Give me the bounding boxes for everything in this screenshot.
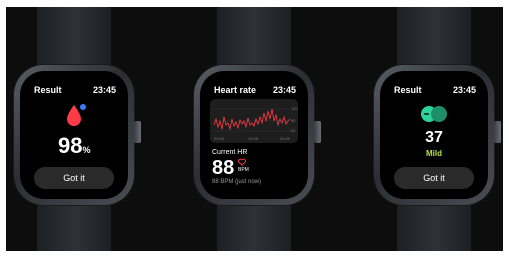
stress-faces-icon <box>421 106 447 122</box>
heart-icon <box>238 158 246 166</box>
heart-rate-graph: 00:00 12:00 24:00 120 80 60 <box>213 106 298 141</box>
chart-tick-1: 12:00 <box>248 136 259 141</box>
spo2-value: 98 <box>58 133 83 158</box>
stress-status: Mild <box>426 149 442 158</box>
watch-case: Heart rate 23:45 00:00 12:00 24:00 120 8… <box>194 65 321 205</box>
screen-title: Heart rate <box>214 85 257 95</box>
got-it-button[interactable]: Got it <box>34 167 114 189</box>
screen-time: 23:45 <box>272 85 296 95</box>
screen-time: 23:45 <box>92 85 116 95</box>
heart-rate-chart: 00:00 12:00 24:00 120 80 60 <box>210 99 298 143</box>
watch-crown[interactable] <box>134 121 141 143</box>
watch-screen: Heart rate 23:45 00:00 12:00 24:00 120 8… <box>200 71 308 199</box>
watch-strap-top <box>397 7 471 71</box>
chart-tick-0: 00:00 <box>214 136 225 141</box>
watch-screen: Result 23:45 98% Got it <box>20 71 128 199</box>
watch-strap-top <box>217 7 291 71</box>
got-it-button[interactable]: Got it <box>394 167 474 189</box>
screen-title: Result <box>34 85 62 95</box>
watch-crown[interactable] <box>314 121 321 143</box>
chart-y-2: 60 <box>291 128 296 133</box>
watch-case: Result 23:45 37 Mild Got it <box>374 65 501 205</box>
screen-title: Result <box>394 85 422 95</box>
watch-heart-rate: Heart rate 23:45 00:00 12:00 24:00 120 8… <box>192 7 321 251</box>
blood-drop-icon <box>67 104 86 126</box>
watch-spo2: Result 23:45 98% Got it <box>12 7 141 251</box>
stress-value: 37 <box>425 129 443 146</box>
current-hr-label: Current HR <box>212 149 248 156</box>
watch-stress: Result 23:45 37 Mild Got it <box>372 7 501 251</box>
product-showcase: Result 23:45 98% Got it Heart rate 23:45… <box>6 7 503 251</box>
hr-value: 88 <box>212 157 235 179</box>
watch-crown[interactable] <box>494 121 501 143</box>
screen-time: 23:45 <box>452 85 476 95</box>
chart-tick-2: 24:00 <box>280 136 291 141</box>
spo2-unit: % <box>82 145 91 155</box>
watch-case: Result 23:45 98% Got it <box>14 65 141 205</box>
hr-unit: BPM <box>238 167 249 173</box>
watch-screen: Result 23:45 37 Mild Got it <box>380 71 488 199</box>
watch-strap-top <box>37 7 111 71</box>
hr-subtitle: 88 BPM (just now) <box>212 179 262 185</box>
chart-y-0: 120 <box>291 106 298 111</box>
chart-y-1: 80 <box>291 118 296 123</box>
